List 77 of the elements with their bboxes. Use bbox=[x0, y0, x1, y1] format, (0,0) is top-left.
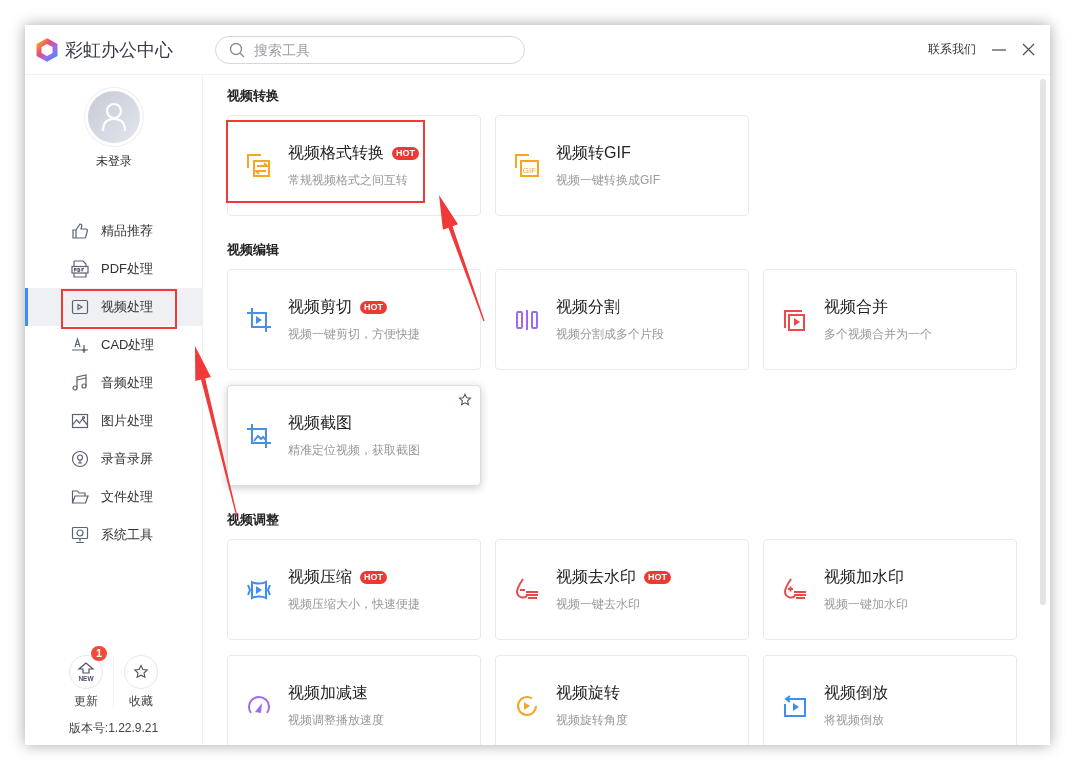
sidebar-item[interactable]: 音频处理 bbox=[25, 364, 202, 402]
tool-description: 将视频倒放 bbox=[824, 711, 885, 729]
thumbs-up-icon bbox=[71, 222, 89, 240]
tool-title: 视频合并 bbox=[824, 296, 888, 317]
sidebar-item[interactable]: 系统工具 bbox=[25, 516, 202, 554]
tool-title: 视频转GIF bbox=[556, 142, 631, 163]
contact-us-link[interactable]: 联系我们 bbox=[928, 41, 976, 58]
tool-card[interactable]: 视频分割 视频分割成多个片段 bbox=[495, 269, 749, 370]
version-number: 版本号:1.22.9.21 bbox=[68, 720, 159, 737]
sidebar-item[interactable]: 精品推荐 bbox=[25, 212, 202, 250]
music-note-icon bbox=[71, 374, 89, 392]
sidebar-item[interactable]: 录音录屏 bbox=[25, 440, 202, 478]
tool-title: 视频倒放 bbox=[824, 682, 888, 703]
tool-description: 视频分割成多个片段 bbox=[556, 325, 664, 343]
app-title: 彩虹办公中心 bbox=[65, 38, 173, 62]
tool-title: 视频压缩 bbox=[288, 566, 352, 587]
sidebar-item[interactable]: 视频处理 bbox=[25, 288, 202, 326]
scrollbar[interactable] bbox=[1040, 79, 1046, 605]
microphone-icon bbox=[71, 450, 89, 468]
minimize-icon[interactable] bbox=[992, 48, 1006, 51]
tool-card[interactable]: 视频格式转换 HOT 常规视频格式之间互转 bbox=[227, 115, 481, 216]
section-title: 视频调整 bbox=[227, 511, 280, 529]
tool-title: 视频分割 bbox=[556, 296, 620, 317]
hot-badge: HOT bbox=[392, 146, 419, 160]
image-icon bbox=[71, 412, 89, 430]
sidebar-item[interactable]: 文件处理 bbox=[25, 478, 202, 516]
tool-card[interactable]: 视频旋转 视频旋转角度 bbox=[495, 655, 749, 745]
tool-title: 视频加减速 bbox=[288, 682, 368, 703]
tool-description: 视频一键转换成GIF bbox=[556, 171, 660, 189]
tool-title: 视频格式转换 bbox=[288, 142, 384, 163]
tool-title: 视频截图 bbox=[288, 412, 352, 433]
tool-description: 视频压缩大小，快速便捷 bbox=[288, 595, 420, 613]
tool-card[interactable]: GIF 视频转GIF 视频一键转换成GIF bbox=[495, 115, 749, 216]
tool-card[interactable]: 视频加水印 视频一键加水印 bbox=[763, 539, 1017, 640]
tool-description: 视频一键去水印 bbox=[556, 595, 641, 613]
folder-icon bbox=[71, 488, 89, 506]
hot-badge: HOT bbox=[360, 300, 387, 314]
tool-title: 视频旋转 bbox=[556, 682, 620, 703]
tool-card[interactable]: 视频剪切 HOT 视频一键剪切，方便快捷 bbox=[227, 269, 481, 370]
sidebar-item[interactable]: CAD处理 bbox=[25, 326, 202, 364]
person-silhouette-icon bbox=[100, 102, 127, 132]
tool-card[interactable]: 视频截图 精准定位视频，获取截图 bbox=[227, 385, 481, 486]
hot-badge: HOT bbox=[644, 570, 671, 584]
pdf-file-icon bbox=[71, 260, 89, 278]
notification-badge: 1 bbox=[90, 646, 107, 661]
tool-description: 常规视频格式之间互转 bbox=[288, 171, 409, 189]
login-status[interactable]: 未登录 bbox=[95, 153, 132, 170]
section-title: 视频编辑 bbox=[227, 241, 280, 259]
tool-card[interactable]: 视频去水印 HOT 视频一键去水印 bbox=[495, 539, 749, 640]
search-field[interactable]: 搜索工具 bbox=[215, 35, 525, 64]
sidebar-item[interactable]: PDF处理 bbox=[25, 250, 202, 288]
play-icon bbox=[71, 298, 89, 316]
tool-title: 视频去水印 bbox=[556, 566, 636, 587]
tool-card[interactable]: 视频压缩 HOT 视频压缩大小，快速便捷 bbox=[227, 539, 481, 640]
star-icon[interactable] bbox=[458, 393, 472, 407]
tool-description: 视频一键剪切，方便快捷 bbox=[288, 325, 420, 343]
tool-title: 视频加水印 bbox=[824, 566, 904, 587]
close-icon[interactable] bbox=[1022, 43, 1035, 56]
hot-badge: HOT bbox=[360, 570, 387, 584]
tool-description: 多个视频合并为一个 bbox=[824, 325, 932, 343]
tool-card[interactable]: 视频加减速 视频调整播放速度 bbox=[227, 655, 481, 745]
footer-button-label[interactable]: 收藏 bbox=[129, 693, 153, 710]
cad-icon bbox=[71, 336, 89, 354]
tool-card[interactable]: 视频合并 多个视频合并为一个 bbox=[763, 269, 1017, 370]
tool-title: 视频剪切 bbox=[288, 296, 352, 317]
sidebar-item[interactable]: 图片处理 bbox=[25, 402, 202, 440]
tool-description: 视频一键加水印 bbox=[824, 595, 908, 613]
search-icon bbox=[229, 41, 245, 58]
footer-button-label[interactable]: 更新 bbox=[74, 693, 98, 710]
tool-description: 视频调整播放速度 bbox=[288, 711, 384, 729]
monitor-gear-icon bbox=[71, 526, 89, 544]
tool-card[interactable]: 视频倒放 将视频倒放 bbox=[763, 655, 1017, 745]
hexagon-logo-icon bbox=[35, 37, 59, 62]
tool-description: 精准定位视频，获取截图 bbox=[288, 441, 420, 459]
section-title: 视频转换 bbox=[227, 87, 280, 105]
star-icon bbox=[133, 664, 149, 680]
tool-description: 视频旋转角度 bbox=[556, 711, 628, 729]
